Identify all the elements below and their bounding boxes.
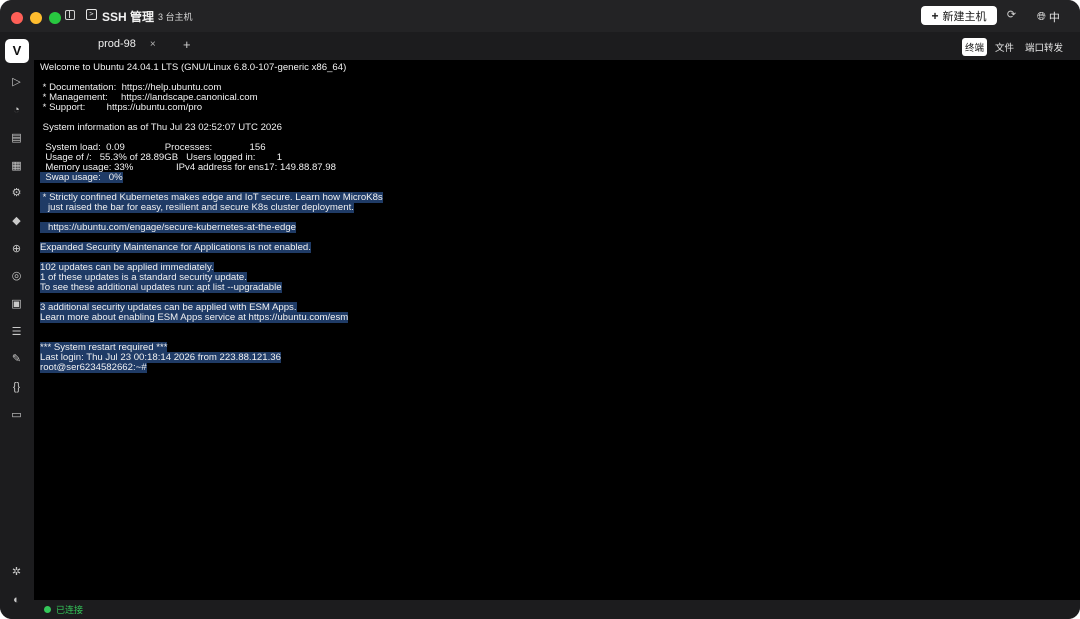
document-icon[interactable]: ▤ <box>10 132 23 145</box>
close-window-button[interactable] <box>11 12 23 24</box>
terminal-line-text: Learn more about enabling ESM Apps servi… <box>40 312 349 323</box>
new-host-label: 新建主机 <box>942 10 987 23</box>
edit-icon[interactable]: ✎ <box>10 353 23 366</box>
mode-tabs: 终端 文件 端口转发 <box>961 38 1066 56</box>
terminal-line-text: Expanded Security Maintenance for Applic… <box>40 242 311 253</box>
terminal-line-text: To see these additional updates run: apt… <box>40 282 282 293</box>
app-title: SSH 管理 <box>102 10 155 24</box>
settings-icon[interactable]: ✲ <box>10 566 23 579</box>
docker-icon[interactable]: ◆ <box>10 215 23 228</box>
server-icon[interactable]: ☰ <box>10 326 23 339</box>
terminal-line: * Support: https://ubuntu.com/pro <box>40 103 1074 113</box>
terminal-line: Learn more about enabling ESM Apps servi… <box>40 312 1074 323</box>
terminal-line-text: System information as of Thu Jul 23 02:5… <box>40 122 282 133</box>
add-tab-button[interactable]: + <box>183 37 191 52</box>
terminal-output[interactable]: Welcome to Ubuntu 24.04.1 LTS (GNU/Linux… <box>34 60 1080 600</box>
palette-icon[interactable]: ◐ <box>10 594 23 607</box>
terminal-line: Expanded Security Maintenance for Applic… <box>40 242 1074 253</box>
terminal-line-text: Welcome to Ubuntu 24.04.1 LTS (GNU/Linux… <box>40 62 347 73</box>
tab-port-forwarding[interactable]: 端口转发 <box>1022 38 1066 56</box>
icon-rail: V ▷ ◔ ▤ ▦ ⚙︎ ◆ ⊕ ◎ ▣ ☰ ✎ {} ▭ ✲ ◐ <box>0 32 34 619</box>
terminal-line: Last login: Thu Jul 23 00:18:14 2026 fro… <box>40 352 1074 363</box>
file-icon[interactable]: ▭ <box>10 409 23 422</box>
title-bar: > SSH 管理 3 台主机 + 新建主机 ⟳ 🌐︎ 中 <box>0 0 1080 32</box>
clock-icon[interactable]: ◔ <box>10 104 23 117</box>
new-host-button[interactable]: + 新建主机 <box>921 6 997 25</box>
status-bar: 已连接 <box>34 600 1080 619</box>
terminal-icon[interactable]: ▣ <box>10 298 23 311</box>
globe-icon: 🌐︎ <box>1037 10 1046 23</box>
braces-icon[interactable]: {} <box>10 381 23 394</box>
globe-icon[interactable]: ◎ <box>10 270 23 283</box>
terminal-app-icon: > <box>86 9 97 20</box>
terminal-line: Welcome to Ubuntu 24.04.1 LTS (GNU/Linux… <box>40 63 1074 73</box>
connection-status: 已连接 <box>56 605 84 615</box>
terminal-line-text: Swap usage: 0% <box>40 172 123 183</box>
plus-icon: + <box>931 8 939 23</box>
terminal-line-text: https://ubuntu.com/engage/secure-kuberne… <box>40 222 296 233</box>
terminal-line: root@ser6234582662:~# <box>40 362 1074 373</box>
chip-icon[interactable]: ⚙︎ <box>10 187 23 200</box>
app-logo[interactable]: V <box>5 39 29 63</box>
terminal-line: Memory usage: 33% IPv4 address for ens17… <box>40 163 1074 173</box>
connected-status-dot <box>44 606 51 613</box>
terminal-line-text: just raised the bar for easy, resilient … <box>40 202 354 213</box>
sidebar-toggle-icon[interactable] <box>65 10 75 20</box>
host-count: 3 台主机 <box>158 12 193 22</box>
terminal-line: System information as of Thu Jul 23 02:5… <box>40 123 1074 133</box>
tab-files[interactable]: 文件 <box>992 38 1017 56</box>
close-tab-icon[interactable]: × <box>150 39 156 50</box>
terminal-line: To see these additional updates run: apt… <box>40 282 1074 293</box>
tab-prod-98[interactable]: prod-98 × <box>98 38 156 50</box>
app-window: > SSH 管理 3 台主机 + 新建主机 ⟳ 🌐︎ 中 V ▷ ◔ ▤ ▦ ⚙… <box>0 0 1080 619</box>
play-icon[interactable]: ▷ <box>10 76 23 89</box>
language-label: 中 <box>1048 12 1060 24</box>
terminal-line-text: * Support: https://ubuntu.com/pro <box>40 102 203 113</box>
terminal-line: Swap usage: 0% <box>40 172 1074 183</box>
minimize-window-button[interactable] <box>30 12 42 24</box>
session-tab-bar: prod-98 × + 终端 文件 端口转发 <box>34 32 1080 60</box>
terminal-line: https://ubuntu.com/engage/secure-kuberne… <box>40 222 1074 233</box>
refresh-icon[interactable]: ⟳ <box>1006 10 1017 21</box>
zoom-window-button[interactable] <box>49 12 61 24</box>
network-icon[interactable]: ⊕ <box>10 243 23 256</box>
terminal-line: just raised the bar for easy, resilient … <box>40 202 1074 213</box>
tab-label: prod-98 <box>98 38 136 50</box>
language-switcher[interactable]: 🌐︎ 中 <box>1037 9 1060 25</box>
tab-terminal[interactable]: 终端 <box>961 38 987 56</box>
terminal-line-text: root@ser6234582662:~# <box>40 362 147 373</box>
list-icon[interactable]: ▦ <box>10 160 23 173</box>
